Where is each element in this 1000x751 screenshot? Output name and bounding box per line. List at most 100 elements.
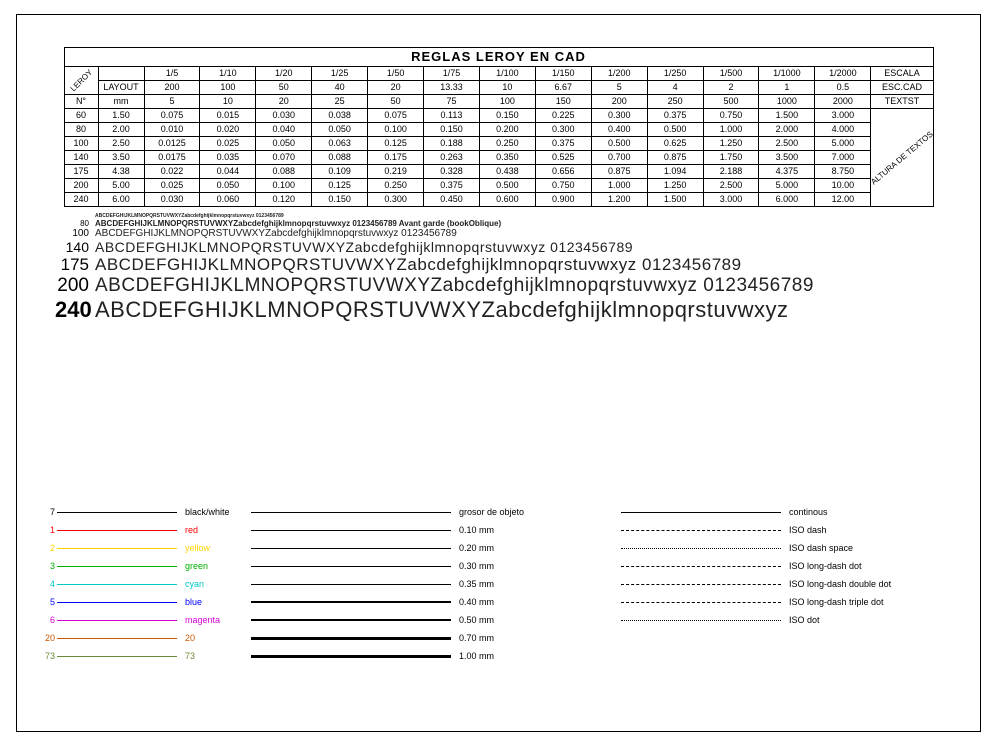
linetype-line <box>621 620 781 621</box>
weight-line <box>251 548 451 549</box>
font-sample-text: ABCDEFGHIJKLMNOPQRSTUVWXYZabcdefghijklmn… <box>95 219 501 228</box>
color-line <box>57 656 177 657</box>
linetype-line <box>621 548 781 549</box>
weight-line <box>251 584 451 585</box>
scale-2: 1/20 <box>256 67 312 81</box>
color-item: 2yellow <box>41 541 241 555</box>
linetype-item: continous <box>621 505 961 519</box>
cell-n: N° <box>64 95 98 109</box>
scale-6: 1/100 <box>479 67 535 81</box>
font-sample-label: 175 <box>55 255 89 275</box>
lineweight-item: 0.10 mm <box>251 523 611 537</box>
color-line <box>57 602 177 603</box>
font-samples: ABCDEFGHIJKLMNOPQRSTUVWXYZabcdefghijklmn… <box>55 213 995 323</box>
weight-line <box>251 530 451 531</box>
font-sample-label: 80 <box>55 219 89 228</box>
color-line <box>57 566 177 567</box>
scale-5: 1/75 <box>424 67 480 81</box>
scale-8: 1/200 <box>591 67 647 81</box>
cell-mm: mm <box>98 95 144 109</box>
color-item: 7black/white <box>41 505 241 519</box>
table-title: REGLAS LEROY EN CAD <box>64 48 933 67</box>
color-item: 1red <box>41 523 241 537</box>
linetype-item: ISO dot <box>621 613 961 627</box>
weight-line <box>251 601 451 603</box>
table-row: 1754.380.0220.0440.0880.1090.2190.3280.4… <box>64 165 933 179</box>
weight-line <box>251 655 451 658</box>
table-row: 1002.500.01250.0250.0500.0630.1250.1880.… <box>64 137 933 151</box>
font-sample-row: 240ABCDEFGHIJKLMNOPQRSTUVWXYZabcdefghijk… <box>55 297 995 323</box>
color-column: 7black/white 1red 2yellow 3green 4cyan 5blue 6… <box>41 505 241 663</box>
lineweight-item: 0.20 mm <box>251 541 611 555</box>
scale-11: 1/1000 <box>759 67 815 81</box>
label-esccad: ESC.CAD <box>871 81 933 95</box>
table-row: 601.500.0750.0150.0300.0380.0750.1130.15… <box>64 109 933 123</box>
font-sample-text: ABCDEFGHIJKLMNOPQRSTUVWXYZabcdefghijklmn… <box>95 255 742 275</box>
weight-line <box>251 637 451 640</box>
color-item: 5blue <box>41 595 241 609</box>
lineweight-item: 0.40 mm <box>251 595 611 609</box>
color-line <box>57 620 177 621</box>
linetype-item: ISO long-dash double dot <box>621 577 961 591</box>
font-sample-row: 200 ABCDEFGHIJKLMNOPQRSTUVWXYZabcdefghijk… <box>55 275 995 297</box>
lineweight-item: 0.35 mm <box>251 577 611 591</box>
font-sample-row: 175 ABCDEFGHIJKLMNOPQRSTUVWXYZabcdefghijk… <box>55 255 995 275</box>
linetype-item: ISO long-dash triple dot <box>621 595 961 609</box>
lineweight-item: 0.70 mm <box>251 631 611 645</box>
font-sample-text: ABCDEFGHIJKLMNOPQRSTUVWXYZabcdefghijklmn… <box>95 239 633 255</box>
font-sample-text: ABCDEFGHIJKLMNOPQRSTUVWXYZabcdefghijklmn… <box>95 297 789 323</box>
font-sample-label: 240 <box>55 297 89 323</box>
linetype-line <box>621 602 781 603</box>
color-item: 4cyan <box>41 577 241 591</box>
table-row: 802.000.0100.0200.0400.0500.1000.1500.20… <box>64 123 933 137</box>
table-row: 2406.000.0300.0600.1200.1500.3000.4500.6… <box>64 193 933 207</box>
lineweight-item: 0.50 mm <box>251 613 611 627</box>
color-item: 3green <box>41 559 241 573</box>
lineweight-column: grosor de objeto 0.10 mm 0.20 mm 0.30 mm 0.3… <box>251 505 611 663</box>
color-line <box>57 530 177 531</box>
table-row: 2005.000.0250.0500.1000.1250.2500.3750.5… <box>64 179 933 193</box>
font-sample-row: 140 ABCDEFGHIJKLMNOPQRSTUVWXYZabcdefghijk… <box>55 239 995 255</box>
linetype-line <box>621 584 781 585</box>
lineweight-header: grosor de objeto <box>251 505 611 519</box>
scale-3: 1/25 <box>312 67 368 81</box>
label-layout: LAYOUT <box>98 81 144 95</box>
color-item: 6magenta <box>41 613 241 627</box>
label-textst: TEXTST <box>871 95 933 109</box>
weight-line <box>251 566 451 567</box>
font-sample-text: ABCDEFGHIJKLMNOPQRSTUVWXYZabcdefghijklmn… <box>95 228 457 239</box>
weight-line <box>251 619 451 621</box>
leroy-table: REGLAS LEROY EN CAD LEROY 1/5 1/10 1/20 … <box>64 47 934 207</box>
cell-empty <box>98 67 144 81</box>
font-sample-label: 140 <box>55 239 89 255</box>
scale-12: 1/2000 <box>815 67 871 81</box>
color-line <box>57 512 177 513</box>
lineweight-item: 0.30 mm <box>251 559 611 573</box>
scale-0: 1/5 <box>144 67 200 81</box>
cell-leroy: LEROY <box>64 67 98 95</box>
linetype-line <box>621 530 781 531</box>
lineweight-item: 1.00 mm <box>251 649 611 663</box>
font-sample-row: 100 ABCDEFGHIJKLMNOPQRSTUVWXYZabcdefghijk… <box>55 228 995 239</box>
color-line <box>57 584 177 585</box>
page-frame: REGLAS LEROY EN CAD LEROY 1/5 1/10 1/20 … <box>16 14 981 732</box>
legend-block: 7black/white 1red 2yellow 3green 4cyan 5blue 6… <box>41 505 981 663</box>
linetype-item: ISO long-dash dot <box>621 559 961 573</box>
font-sample-label: 100 <box>55 228 89 239</box>
linetype-item: ISO dash <box>621 523 961 537</box>
color-line <box>57 548 177 549</box>
scale-1: 1/10 <box>200 67 256 81</box>
font-sample-text: ABCDEFGHIJKLMNOPQRSTUVWXYZabcdefghijklmn… <box>95 275 814 297</box>
color-line <box>57 638 177 639</box>
color-item: 7373 <box>41 649 241 663</box>
label-altura: ALTURA DE TEXTOS <box>871 109 933 207</box>
label-escala: ESCALA <box>871 67 933 81</box>
table-row: 1403.500.01750.0350.0700.0880.1750.2630.… <box>64 151 933 165</box>
linetype-item: ISO dash space <box>621 541 961 555</box>
font-sample-label: 200 <box>55 275 89 297</box>
scale-7: 1/150 <box>535 67 591 81</box>
linetype-line <box>621 512 781 513</box>
font-sample-row: 80 ABCDEFGHIJKLMNOPQRSTUVWXYZabcdefghijkl… <box>55 219 995 228</box>
linetype-column: continous ISO dash ISO dash space ISO long-… <box>621 505 961 663</box>
color-item: 2020 <box>41 631 241 645</box>
